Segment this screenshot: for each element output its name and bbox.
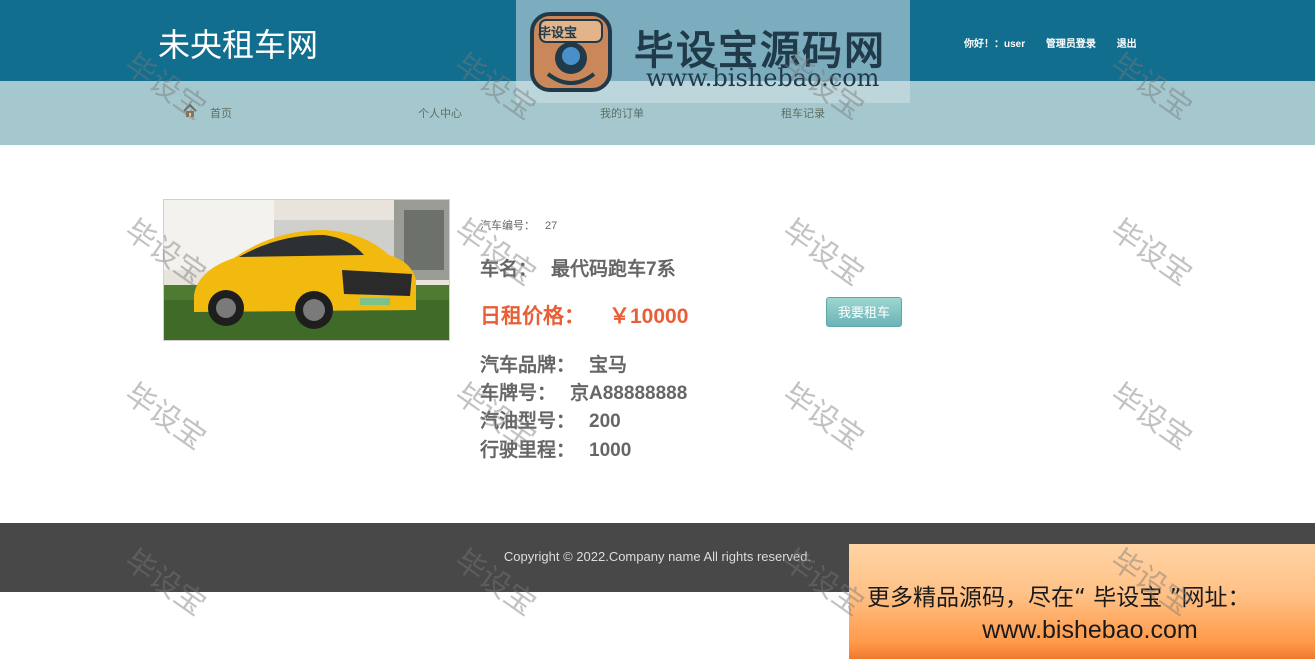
watermark: 毕设宝 <box>1104 376 1198 458</box>
banner-url: www.bishebao.com <box>646 64 880 92</box>
fuel-value: 200 <box>589 411 621 432</box>
car-illustration <box>164 200 449 340</box>
promo-url: www.bishebao.com <box>982 616 1198 644</box>
greeting-link[interactable]: 你好！：user <box>964 39 1025 50</box>
top-links: 你好！：user 管理员登录 退出 <box>964 35 1155 50</box>
price-row: 日租价格： ￥10000 <box>480 300 688 330</box>
nav-item-orders[interactable]: 我的订单 <box>600 105 644 121</box>
plate-label: 车牌号： <box>480 383 557 404</box>
fuel-label: 汽油型号： <box>480 411 576 432</box>
watermark: 毕设宝 <box>1104 212 1198 294</box>
home-icon <box>183 104 197 117</box>
car-name-row: 车名： 最代码跑车7系 <box>480 254 676 281</box>
price-value: ￥10000 <box>609 305 689 328</box>
brand-row: 汽车品牌： 宝马 <box>480 350 627 377</box>
watermark: 毕设宝 <box>118 376 212 458</box>
car-id-row: 汽车编号： 27 <box>480 217 557 233</box>
brand-label: 汽车品牌： <box>480 355 576 376</box>
logo-badge-text: 毕设宝 <box>538 25 578 40</box>
mileage-label: 行驶里程： <box>480 440 576 461</box>
car-id-value: 27 <box>545 220 558 232</box>
car-name-value: 最代码跑车7系 <box>551 259 676 280</box>
admin-login-link[interactable]: 管理员登录 <box>1046 39 1096 50</box>
car-id-label: 汽车编号： <box>480 220 535 232</box>
logout-link[interactable]: 退出 <box>1117 39 1137 50</box>
banner-logo: 毕设宝 毕设宝源码网 www.bishebao.com <box>516 0 910 103</box>
watermark: 毕设宝 <box>776 212 870 294</box>
nav-item-profile[interactable]: 个人中心 <box>418 105 462 121</box>
site-title: 未央租车网 <box>158 26 319 64</box>
promo-banner: 更多精品源码，尽在“ 毕设宝 ”网址： www.bishebao.com <box>849 544 1315 659</box>
mileage-row: 行驶里程： 1000 <box>480 435 631 462</box>
mileage-value: 1000 <box>589 440 632 461</box>
logo-badge-icon <box>530 12 612 92</box>
nav-item-rental-records[interactable]: 租车记录 <box>781 105 825 121</box>
brand-value: 宝马 <box>589 355 628 376</box>
plate-row: 车牌号： 京A88888888 <box>480 378 687 405</box>
car-image <box>163 199 450 341</box>
watermark: 毕设宝 <box>776 376 870 458</box>
rent-car-button[interactable]: 我要租车 <box>826 297 902 327</box>
nav-item-home[interactable]: 首页 <box>210 105 232 121</box>
price-label: 日租价格： <box>480 305 585 328</box>
car-name-label: 车名： <box>480 259 538 280</box>
fuel-row: 汽油型号： 200 <box>480 406 621 433</box>
promo-line-1: 更多精品源码，尽在“ 毕设宝 ”网址： <box>867 585 1251 611</box>
plate-value: 京A88888888 <box>570 383 688 404</box>
